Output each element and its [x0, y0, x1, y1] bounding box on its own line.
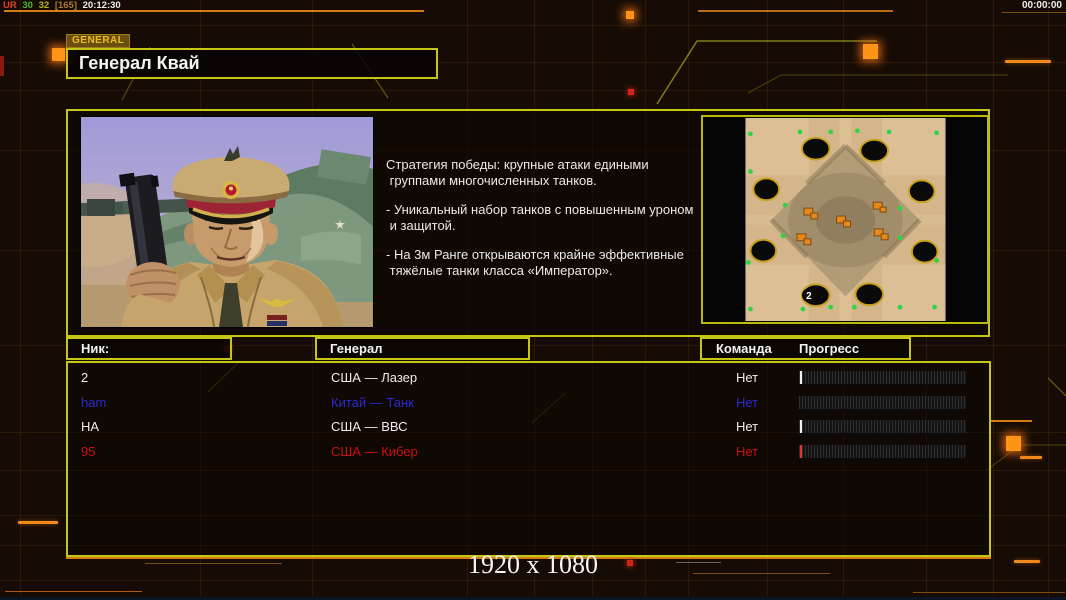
description-paragraph: Стратегия победы: крупные атаки едиными … [386, 157, 649, 188]
player-nick: 95 [81, 443, 96, 459]
stat-ur: UR [3, 0, 17, 11]
column-header-team-progress: Команда Прогресс [700, 337, 911, 360]
description-paragraph: - Уникальный набор танков с повышенным у… [386, 202, 694, 233]
general-portrait [80, 116, 374, 328]
player-team: Нет [736, 370, 759, 385]
player-general: Китай — Танк [331, 394, 414, 410]
player-row: НА США — ВВС Нет [68, 415, 989, 440]
general-portrait-image [81, 117, 373, 327]
progress-cursor [800, 420, 802, 433]
column-header-progress: Прогресс [799, 341, 860, 356]
progress-bar [799, 420, 966, 435]
stat-fps: 30 [22, 0, 33, 11]
player-nick: ham [81, 394, 107, 410]
network-stats: UR 30 32 [165] 20:12:30 [3, 0, 124, 11]
progress-bar [799, 395, 966, 411]
general-description: Стратегия победы: крупные атаки едиными … [386, 157, 716, 292]
player-general: США — ВВС [331, 419, 408, 434]
start-position-marker: 2 [801, 288, 816, 302]
briefing-panel: Стратегия победы: крупные атаки едиными … [66, 109, 990, 337]
progress-bar [799, 444, 966, 460]
progress-bar [799, 371, 966, 386]
player-team: Нет [736, 394, 759, 410]
general-title: Генерал Квай [66, 48, 438, 79]
column-header-general: Генерал [315, 337, 530, 360]
player-nick: НА [81, 419, 100, 434]
player-row: ham Китай — Танк Нет [68, 391, 989, 416]
player-general: США — Лазер [331, 370, 418, 385]
player-team: Нет [736, 443, 759, 459]
progress-cursor [800, 444, 802, 458]
map-preview-image: 2 [703, 117, 987, 322]
progress-cursor [800, 371, 802, 384]
player-general: США — Кибер [331, 443, 418, 459]
map-preview: 2 [701, 115, 989, 324]
general-tab-label: GENERAL [66, 34, 131, 48]
start-position-number: 2 [806, 291, 812, 302]
column-header-nick: Ник: [66, 337, 232, 360]
player-row: 2 США — Лазер Нет [68, 366, 989, 391]
match-timer: 00:00:00 [1021, 0, 1062, 11]
stat-latency: 32 [38, 0, 50, 11]
players-table: 2 США — Лазер Нет ham Китай — Танк Нет Н… [66, 361, 991, 557]
player-nick: 2 [81, 370, 89, 385]
loading-screen: UR 30 32 [165] 20:12:30 00:00:00 GENERAL… [0, 0, 1066, 600]
column-header-team: Команда [716, 341, 772, 356]
stat-ping: [165] [54, 0, 77, 11]
resolution-label: 1920 x 1080 [468, 550, 598, 579]
player-team: Нет [736, 419, 759, 434]
stat-clock: 20:12:30 [82, 0, 121, 11]
player-row: 95 США — Кибер Нет [68, 440, 989, 465]
description-paragraph: - На 3м Ранге открываются крайне эффекти… [386, 247, 684, 278]
